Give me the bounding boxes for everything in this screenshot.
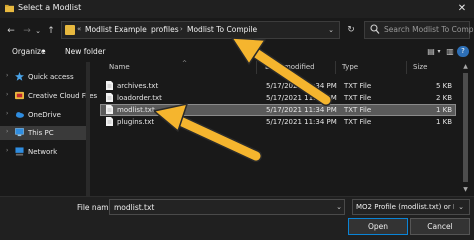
column-header-type[interactable]: Type [342, 63, 358, 71]
creative-cloud-icon [15, 91, 24, 100]
sidebar-item-label: OneDrive [28, 111, 61, 119]
help-icon[interactable]: ? [457, 46, 469, 57]
file-size-cell: 5 KB [436, 82, 453, 90]
file-name-cell: archives.txt [117, 82, 159, 90]
file-type-cell: TXT File [344, 82, 372, 90]
organize-button[interactable]: Organize [12, 47, 46, 56]
search-icon [370, 24, 380, 34]
file-date-cell: 5/17/2021 11:34 PM [266, 82, 337, 90]
sidebar-scrollbar[interactable] [86, 62, 90, 196]
onedrive-icon [15, 112, 24, 118]
breadcrumb-profiles[interactable]: profiles [151, 25, 179, 34]
file-size-cell: 2 KB [436, 94, 453, 102]
file-size-cell: 1 KB [436, 118, 453, 126]
column-header-name[interactable]: Name [109, 63, 130, 71]
window-title: Select a Modlist [18, 3, 82, 12]
sidebar-item-label: This PC [28, 129, 54, 137]
sidebar-item-label: Network [28, 148, 58, 156]
back-arrow-icon[interactable]: ← [5, 24, 17, 38]
scrollbar-thumb[interactable] [463, 73, 468, 182]
folder-app-icon [5, 4, 14, 13]
file-name-cell: modlist.txt [117, 106, 155, 114]
expand-chevron-icon[interactable]: › [6, 128, 8, 135]
file-size-cell: 1 KB [436, 106, 453, 114]
sort-indicator-icon: ^ [182, 60, 188, 67]
search-placeholder: Search Modlist To Compile [384, 25, 474, 34]
view-caret-icon[interactable]: ▾ [436, 46, 442, 57]
recent-locations-chevron-icon[interactable]: ⌄ [34, 24, 42, 38]
column-header-size[interactable]: Size [413, 63, 427, 71]
breadcrumb-modlist-example[interactable]: Modlist Example [85, 25, 147, 34]
address-dropdown-icon[interactable]: ⌄ [326, 24, 336, 36]
folder-icon [65, 25, 75, 35]
file-date-cell: 5/17/2021 11:34 PM [266, 118, 337, 126]
pc-icon [15, 128, 24, 137]
star-icon [15, 72, 24, 81]
scroll-down-icon[interactable]: ▼ [461, 185, 470, 194]
file-name-cell: plugins.txt [117, 118, 155, 126]
close-icon[interactable]: ✕ [455, 2, 469, 16]
text-file-icon [106, 117, 113, 126]
organize-caret-icon[interactable]: ▾ [42, 48, 45, 55]
preview-pane-icon[interactable]: ▥ [444, 46, 456, 57]
refresh-icon[interactable]: ↻ [345, 24, 357, 36]
text-file-icon [106, 93, 113, 102]
forward-arrow-icon[interactable]: → [21, 24, 33, 38]
breadcrumb-separator-icon[interactable]: › [180, 25, 183, 33]
scroll-up-icon[interactable]: ▲ [461, 62, 470, 71]
file-name-dropdown-icon[interactable]: ⌄ [334, 201, 344, 213]
sidebar-item-label: Quick access [28, 73, 74, 81]
breadcrumb-separator-icon[interactable]: › [144, 25, 147, 33]
column-divider[interactable] [406, 61, 407, 74]
network-icon [15, 147, 24, 156]
file-date-cell: 5/17/2021 11:34 PM [266, 106, 337, 114]
text-file-icon [106, 81, 113, 90]
column-header-date[interactable]: Date modified [265, 63, 315, 71]
new-folder-button[interactable]: New folder [65, 47, 106, 56]
file-name-cell: loadorder.txt [117, 94, 162, 102]
breadcrumb-modlist-to-compile[interactable]: Modlist To Compile [187, 25, 257, 34]
text-file-icon [106, 105, 113, 114]
open-button[interactable]: Open [348, 218, 408, 235]
cancel-button[interactable]: Cancel [410, 218, 470, 235]
file-date-cell: 5/17/2021 11:34 PM [266, 94, 337, 102]
expand-chevron-icon[interactable]: › [6, 91, 8, 98]
file-name-value: modlist.txt [114, 203, 155, 212]
up-arrow-icon[interactable]: ↑ [45, 24, 57, 38]
file-type-value: MO2 Profile (modlist.txt) or Native [356, 203, 454, 211]
file-type-dropdown-icon[interactable]: ⌄ [456, 201, 466, 213]
column-divider[interactable] [256, 61, 257, 74]
column-divider[interactable] [335, 61, 336, 74]
expand-chevron-icon[interactable]: › [6, 110, 8, 117]
expand-chevron-icon[interactable]: › [6, 147, 8, 154]
file-type-cell: TXT File [344, 94, 372, 102]
file-type-cell: TXT File [344, 106, 372, 114]
file-type-cell: TXT File [344, 118, 372, 126]
breadcrumb-overflow-icon[interactable]: « [77, 25, 81, 33]
expand-chevron-icon[interactable]: › [6, 72, 8, 79]
